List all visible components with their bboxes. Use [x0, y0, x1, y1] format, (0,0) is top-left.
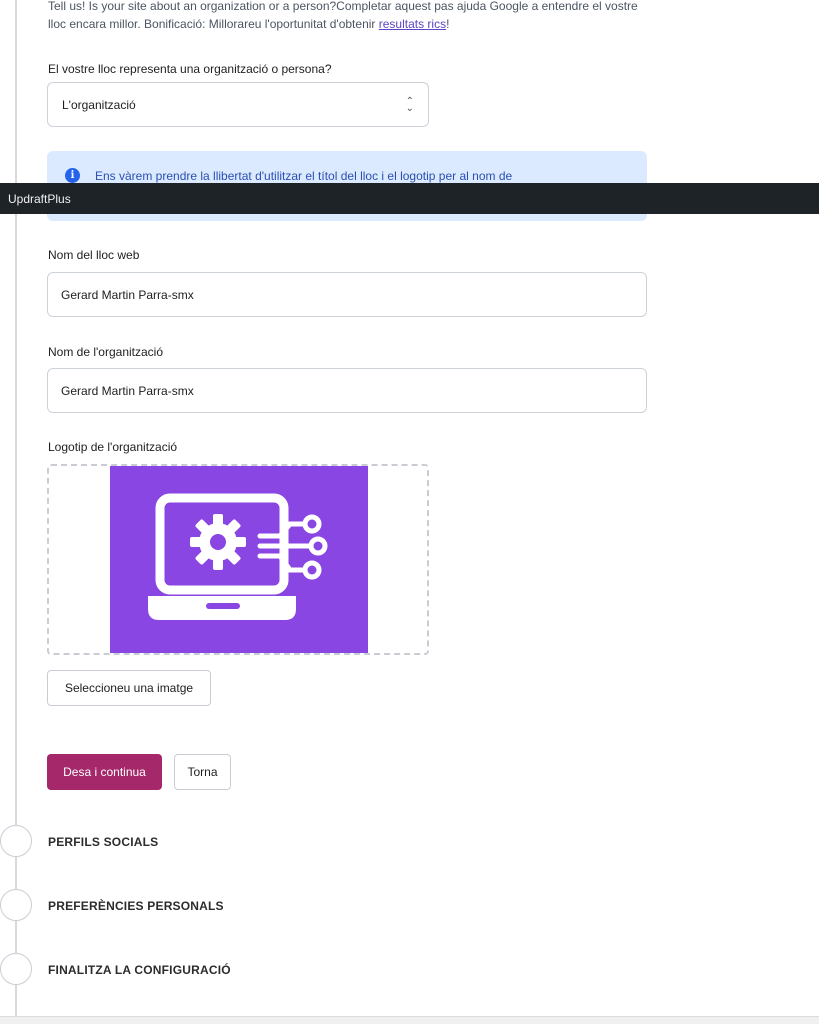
- step-label: PERFILS SOCIALS: [48, 835, 159, 849]
- org-name-label: Nom de l'organització: [48, 345, 164, 359]
- save-continue-button[interactable]: Desa i continua: [47, 754, 162, 790]
- logo-dropzone[interactable]: [47, 464, 429, 655]
- step-circle: [0, 953, 32, 985]
- site-name-value: Gerard Martin Parra-smx: [61, 287, 194, 302]
- step-personal-preferences[interactable]: PREFERÈNCIES PERSONALS: [0, 889, 400, 923]
- laptop-gear-icon: [148, 493, 328, 620]
- step-social-profiles[interactable]: PERFILS SOCIALS: [0, 825, 400, 859]
- timeline-line: [15, 0, 17, 1016]
- site-name-input[interactable]: Gerard Martin Parra-smx: [47, 272, 647, 317]
- org-logo-label: Logotip de l'organització: [48, 440, 178, 454]
- admin-bar[interactable]: UpdraftPlus: [0, 183, 819, 214]
- admin-bar-title[interactable]: UpdraftPlus: [8, 192, 71, 206]
- back-button[interactable]: Torna: [174, 754, 231, 790]
- site-name-label: Nom del lloc web: [48, 248, 140, 262]
- intro-text: Tell us! Is your site about an organizat…: [48, 0, 638, 31]
- organization-logo-image: [110, 466, 368, 653]
- step-label: PREFERÈNCIES PERSONALS: [48, 899, 224, 913]
- step-circle: [0, 889, 32, 921]
- step-finish-configuration[interactable]: FINALITZA LA CONFIGURACIÓ: [0, 953, 400, 987]
- step-circle: [0, 825, 32, 857]
- org-name-value: Gerard Martin Parra-smx: [61, 383, 194, 398]
- info-icon: i: [65, 168, 80, 183]
- represent-selected-value: L'organització: [62, 97, 136, 112]
- select-image-button[interactable]: Seleccioneu una imatge: [47, 670, 211, 706]
- represent-label: El vostre lloc representa una organitzac…: [48, 62, 332, 76]
- chevron-up-down-icon: ⌃ ⌄: [405, 95, 414, 114]
- represent-select[interactable]: L'organització ⌃ ⌄: [47, 82, 429, 127]
- step-label: FINALITZA LA CONFIGURACIÓ: [48, 963, 231, 977]
- footer-divider: [0, 1016, 819, 1024]
- org-name-input[interactable]: Gerard Martin Parra-smx: [47, 368, 647, 413]
- info-alert-text: Ens vàrem prendre la llibertat d'utilitz…: [95, 169, 513, 183]
- rich-results-link[interactable]: resultats rics: [379, 17, 446, 31]
